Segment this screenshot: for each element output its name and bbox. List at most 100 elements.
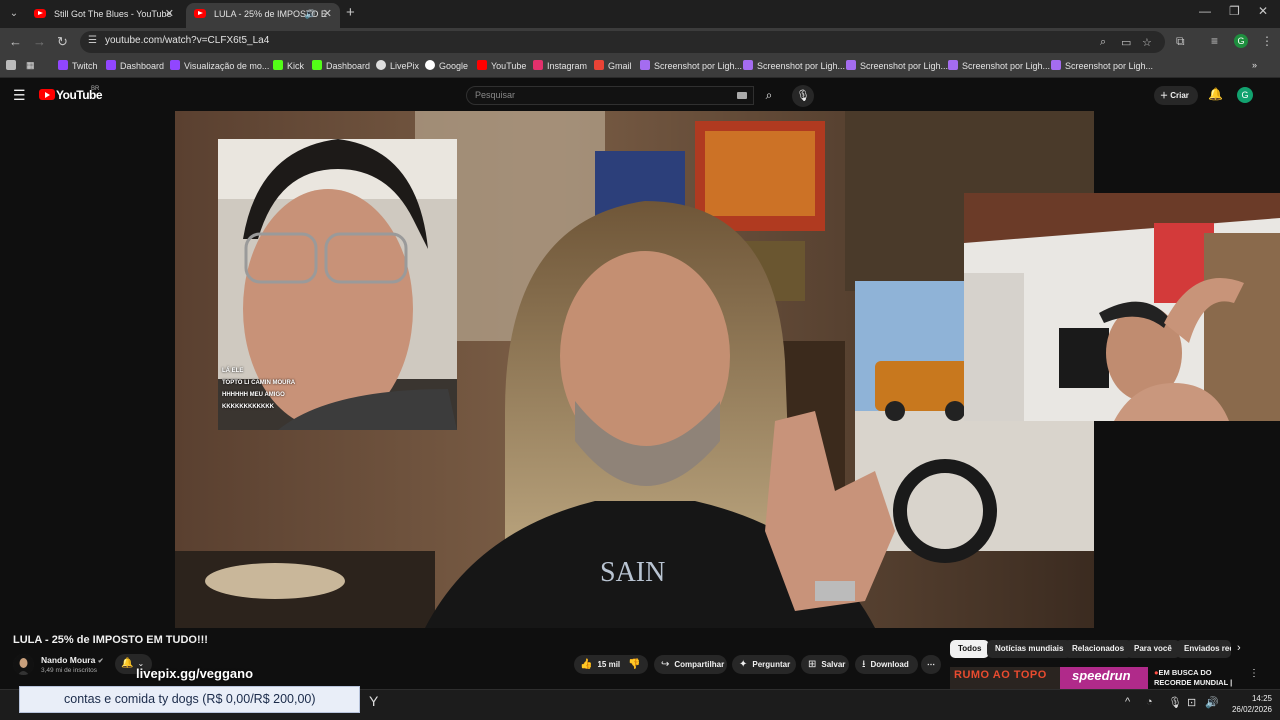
clock-date: 26/02/2026 — [1231, 705, 1272, 714]
instagram-icon — [533, 60, 543, 70]
reading-list-icon[interactable]: ≡ — [1211, 34, 1218, 48]
site-info-icon[interactable]: ☰ — [88, 35, 97, 46]
recommendation-menu-icon[interactable]: ⋮ — [1249, 668, 1259, 679]
forward-icon[interactable]: → — [33, 34, 46, 49]
lightshot-icon — [846, 60, 856, 70]
share-icon: ↪ — [661, 659, 670, 670]
chip-para-voce[interactable]: Para você — [1126, 640, 1180, 658]
bookmark-google[interactable]: Google — [425, 60, 468, 71]
bookmark-star-icon[interactable]: ☆ — [1142, 36, 1152, 49]
bookmark-dashboard-kick[interactable]: Dashboard — [312, 60, 370, 71]
chat-line: TOPTO LI CAMIN MOURA — [222, 380, 296, 386]
twitch-icon — [106, 60, 116, 70]
address-bar[interactable]: ☰ youtube.com/watch?v=CLFX6t5_La4 ⌕ ▭ ☆ — [80, 31, 1165, 53]
tab-audio-icon[interactable]: 🔊 — [305, 3, 316, 25]
microphone-icon: 🎙 — [796, 90, 810, 102]
bookmark-kick[interactable]: Kick — [273, 60, 304, 71]
youtube-favicon-icon — [194, 9, 206, 18]
chip-enviados-recentemente[interactable]: Enviados rec — [1176, 640, 1231, 658]
guide-menu-icon[interactable]: ☰ — [13, 87, 26, 104]
bookmark-screenshot-1[interactable]: Screenshot por Ligh... — [640, 60, 742, 71]
tab-close-icon[interactable]: ✕ — [165, 3, 174, 25]
pip-chat-overlay: LÁ ELE TOPTO LI CAMIN MOURA HHHHHH MEU A… — [222, 365, 295, 413]
dislike-button[interactable]: 👎 — [628, 655, 645, 674]
bookmark-visualizacao[interactable]: Visualização de mo... — [170, 60, 269, 71]
twitch-icon — [58, 60, 68, 70]
thumb-text: RUMO AO TOPO — [954, 669, 1047, 681]
url-text[interactable]: youtube.com/watch?v=CLFX6t5_La4 — [105, 35, 269, 46]
minimize-icon[interactable]: — — [1199, 4, 1211, 18]
bookmark-screenshot-5[interactable]: Screenshot por Ligh... — [1051, 60, 1153, 71]
thumbs-up-icon: 👍 — [580, 659, 593, 670]
taskbar-app-icon[interactable]: Y — [369, 693, 378, 709]
like-dislike-group: 👍 15 mil 👎 — [574, 655, 648, 674]
channel-name[interactable]: Nando Moura ✔ — [41, 655, 104, 665]
reload-icon[interactable]: ↻ — [57, 34, 68, 50]
save-icon: ⊞ — [808, 659, 817, 670]
save-button[interactable]: ⊞ Salvar — [801, 655, 849, 674]
keyboard-icon[interactable] — [737, 92, 747, 99]
download-button[interactable]: ⭳ Download — [855, 655, 918, 674]
new-tab-icon[interactable]: + — [346, 4, 355, 21]
apps-grid-icon[interactable]: ▦ — [26, 60, 35, 71]
bookmark-instagram[interactable]: Instagram — [533, 60, 587, 71]
livepix-overlay-text: livepix.gg/veggano — [136, 666, 254, 681]
browser-toolbar: ← → ↻ ☰ youtube.com/watch?v=CLFX6t5_La4 … — [0, 28, 1280, 56]
bookmarks-overflow-icon[interactable]: » — [1252, 60, 1257, 70]
livepix-icon — [376, 60, 386, 70]
account-avatar[interactable]: G — [1237, 87, 1253, 103]
channel-avatar[interactable] — [13, 654, 34, 675]
search-input[interactable]: Pesquisar — [466, 86, 754, 105]
video-title: LULA - 25% de IMPOSTO EM TUDO!!! — [13, 634, 208, 646]
chip-noticias-mundiais[interactable]: Notícias mundiais — [987, 640, 1072, 658]
youtube-masthead: ☰ YouTube BR Pesquisar ⌕ 🎙 ＋ Criar 🔔 G — [0, 78, 1280, 112]
system-clock[interactable]: 14:25 26/02/2026 — [1226, 693, 1272, 715]
chip-relacionados[interactable]: Relacionados — [1064, 640, 1133, 658]
bell-icon: 🔔 — [121, 658, 134, 669]
bookmark-screenshot-4[interactable]: Screenshot por Ligh... — [948, 60, 1050, 71]
bookmark-screenshot-2[interactable]: Screenshot por Ligh... — [743, 60, 845, 71]
bookmark-dashboard-twitch[interactable]: Dashboard — [106, 60, 164, 71]
bookmark-gmail[interactable]: Gmail — [594, 60, 632, 71]
bookmark-twitch[interactable]: Twitch — [58, 60, 98, 71]
recommendation-thumbnail[interactable]: RUMO AO TOPO speedrun — [950, 667, 1148, 689]
create-button[interactable]: ＋ Criar — [1154, 86, 1198, 105]
zoom-icon[interactable]: ⌕ — [1100, 36, 1106, 49]
tab-close-icon[interactable]: ✕ — [323, 3, 332, 25]
microphone-tray-icon[interactable]: 🎙 — [1168, 696, 1182, 709]
lightshot-icon — [743, 60, 753, 70]
pip-webcam-right — [964, 193, 1280, 421]
window-close-icon[interactable]: ✕ — [1258, 4, 1268, 18]
pip-webcam-left: LÁ ELE TOPTO LI CAMIN MOURA HHHHHH MEU A… — [218, 139, 457, 430]
network-icon[interactable]: ⊡ — [1187, 696, 1196, 709]
search-button[interactable]: ⌕ — [754, 86, 784, 105]
tab-lula-video[interactable]: LULA - 25% de IMPOSTO E 🔊 ✕ — [186, 3, 340, 28]
tray-app-icon[interactable]: ◔ — [1146, 696, 1153, 708]
chip-todos[interactable]: Todos — [950, 640, 990, 658]
volume-icon[interactable]: 🔊 — [1205, 696, 1219, 709]
chrome-menu-icon[interactable]: ⋮ — [1261, 34, 1273, 48]
extensions-icon[interactable]: ⧉ — [1176, 34, 1185, 49]
cast-icon[interactable]: ▭ — [1121, 36, 1131, 49]
subscriber-count: 3,49 mi de inscritos — [41, 667, 97, 674]
bookmark-livepix[interactable]: LivePix — [376, 60, 419, 71]
profile-avatar[interactable]: G — [1234, 34, 1248, 48]
back-icon[interactable]: ← — [9, 34, 22, 49]
chevron-right-icon[interactable]: › — [1237, 642, 1241, 654]
lightshot-icon — [948, 60, 958, 70]
more-actions-button[interactable]: ⋯ — [921, 655, 941, 674]
restore-icon[interactable]: ❐ — [1229, 4, 1240, 18]
share-button[interactable]: ↪ Compartilhar — [654, 655, 727, 674]
youtube-play-icon — [39, 89, 55, 100]
bookmarks-bar: ▦ Twitch Dashboard Visualização de mo...… — [0, 56, 1280, 78]
notifications-icon[interactable]: 🔔 — [1208, 87, 1223, 101]
tab-still-got-the-blues[interactable]: Still Got The Blues - YouTube ✕ — [26, 3, 182, 28]
tab-search-icon[interactable]: ⌄ — [6, 6, 22, 22]
bookmark-youtube[interactable]: YouTube — [477, 60, 526, 71]
sidebar-toggle-icon[interactable] — [6, 60, 20, 71]
voice-search-button[interactable]: 🎙 — [792, 85, 814, 107]
tray-overflow-icon[interactable]: ^ — [1125, 696, 1130, 708]
ask-button[interactable]: ✦ Perguntar — [732, 655, 796, 674]
like-button[interactable]: 👍 15 mil — [580, 659, 620, 670]
bookmark-screenshot-3[interactable]: Screenshot por Ligh... — [846, 60, 948, 71]
